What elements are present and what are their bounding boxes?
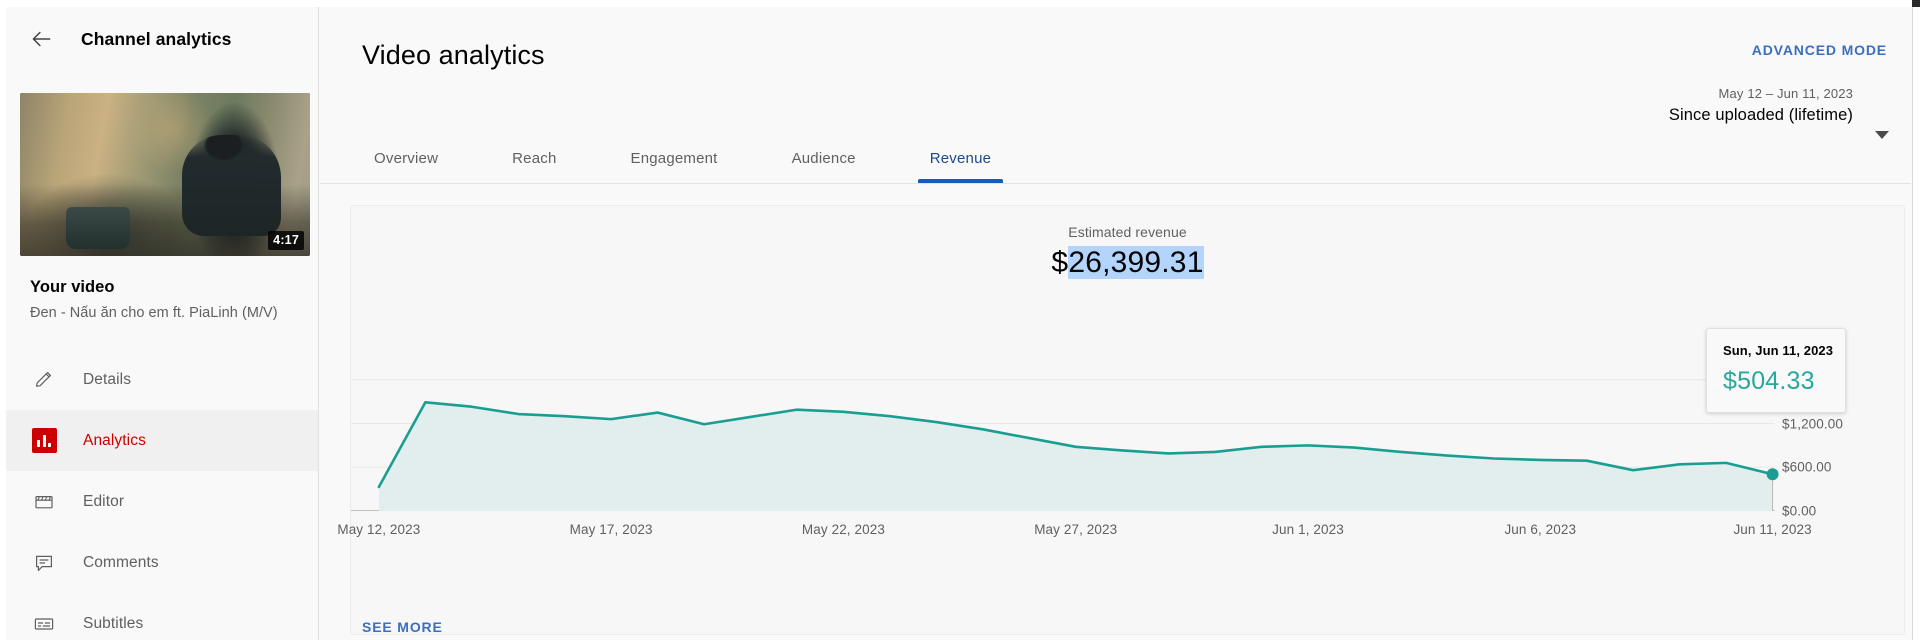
x-axis-tick: May 12, 2023 <box>337 522 421 537</box>
tab-engagement[interactable]: Engagement <box>618 150 729 183</box>
sidebar: Channel analytics 4:17 Your video Đen - … <box>6 7 319 640</box>
sidebar-nav: Details Analytics Editor Comments Subtit… <box>6 349 318 640</box>
thumbnail-cooking-pot <box>66 207 131 250</box>
x-axis-tick: Jun 6, 2023 <box>1504 522 1577 537</box>
main-content: Video analytics ADVANCED MODE May 12 – J… <box>320 7 1911 640</box>
tooltip-value: $504.33 <box>1723 367 1815 395</box>
metric-currency-symbol: $ <box>1051 246 1069 279</box>
tab-audience[interactable]: Audience <box>780 150 868 183</box>
tab-label: Engagement <box>630 150 718 167</box>
x-axis-tick: Jun 11, 2023 <box>1733 522 1812 537</box>
tab-label: Audience <box>791 150 856 167</box>
window-top-right-corner <box>1912 0 1920 7</box>
video-title: Đen - Nấu ăn cho em ft. PiaLinh (M/V) <box>30 305 278 321</box>
tab-label: Revenue <box>929 150 992 167</box>
tab-label: Reach <box>512 150 557 167</box>
your-video-label: Your video <box>30 278 115 296</box>
thumbnail-subject <box>182 135 281 237</box>
x-axis-tick: Jun 1, 2023 <box>1272 522 1344 537</box>
date-range-selector[interactable]: May 12 – Jun 11, 2023 Since uploaded (li… <box>1669 86 1853 125</box>
tooltip-date: Sun, Jun 11, 2023 <box>1723 343 1834 358</box>
x-axis-tick: May 17, 2023 <box>569 522 653 537</box>
revenue-area-chart[interactable] <box>351 336 1904 511</box>
revenue-chart-card: Estimated revenue $26,399.31 $0.00 $600.0… <box>337 205 1905 635</box>
sidebar-item-analytics[interactable]: Analytics <box>6 410 318 471</box>
analytics-bar-icon <box>31 428 57 454</box>
sidebar-item-label: Editor <box>83 492 125 510</box>
subtitles-icon <box>31 611 57 637</box>
estimated-revenue-metric: Estimated revenue $26,399.31 <box>351 224 1904 280</box>
chevron-down-icon[interactable] <box>1875 131 1889 139</box>
x-axis-labels: May 12, 2023 May 17, 2023 May 22, 2023 May … <box>337 522 1904 544</box>
sidebar-item-subtitles[interactable]: Subtitles <box>6 593 318 640</box>
chart-svg <box>351 336 1779 511</box>
window-top-edge <box>0 0 1920 7</box>
window-right-edge <box>1912 0 1920 640</box>
date-range-preset: Since uploaded (lifetime) <box>1668 106 1853 124</box>
analytics-tabs: Overview Reach Engagement Audience Reven… <box>362 135 1004 183</box>
pencil-icon <box>31 367 57 393</box>
x-axis-tick: May 22, 2023 <box>801 522 885 537</box>
sidebar-item-label: Analytics <box>83 431 146 449</box>
arrow-left-icon[interactable] <box>28 26 54 52</box>
sidebar-item-details[interactable]: Details <box>6 349 318 410</box>
sidebar-item-label: Comments <box>83 553 159 571</box>
clapperboard-icon <box>31 489 57 515</box>
channel-analytics-title: Channel analytics <box>81 28 232 49</box>
video-duration-badge: 4:17 <box>268 230 304 250</box>
page-title: Video analytics <box>362 40 545 70</box>
advanced-mode-link[interactable]: ADVANCED MODE <box>1752 42 1887 58</box>
comment-icon <box>31 550 57 576</box>
tab-label: Overview <box>374 150 439 167</box>
chart-tooltip: Sun, Jun 11, 2023 $504.33 <box>1706 328 1846 413</box>
metric-value-selected-text: 26,399.31 <box>1068 246 1204 279</box>
sidebar-item-label: Details <box>83 370 132 388</box>
video-thumbnail[interactable]: 4:17 <box>20 93 310 256</box>
sidebar-item-label: Subtitles <box>83 614 144 632</box>
date-range-span: May 12 – Jun 11, 2023 <box>1718 86 1853 101</box>
metric-value: $26,399.31 <box>351 246 1904 280</box>
sidebar-item-editor[interactable]: Editor <box>6 471 318 532</box>
metric-label: Estimated revenue <box>1068 224 1187 240</box>
video-meta: Your video Đen - Nấu ăn cho em ft. PiaLi… <box>30 278 318 321</box>
x-axis-tick: May 27, 2023 <box>1034 522 1118 537</box>
tab-overview[interactable]: Overview <box>362 150 450 183</box>
sidebar-item-comments[interactable]: Comments <box>6 532 318 593</box>
tab-reach[interactable]: Reach <box>500 150 568 183</box>
sidebar-header: Channel analytics <box>6 7 318 71</box>
tab-revenue[interactable]: Revenue <box>917 150 1004 183</box>
tabs-divider <box>320 183 1911 184</box>
youtube-studio-analytics-window: Channel analytics 4:17 Your video Đen - … <box>0 0 1920 640</box>
see-more-link[interactable]: SEE MORE <box>362 619 443 635</box>
